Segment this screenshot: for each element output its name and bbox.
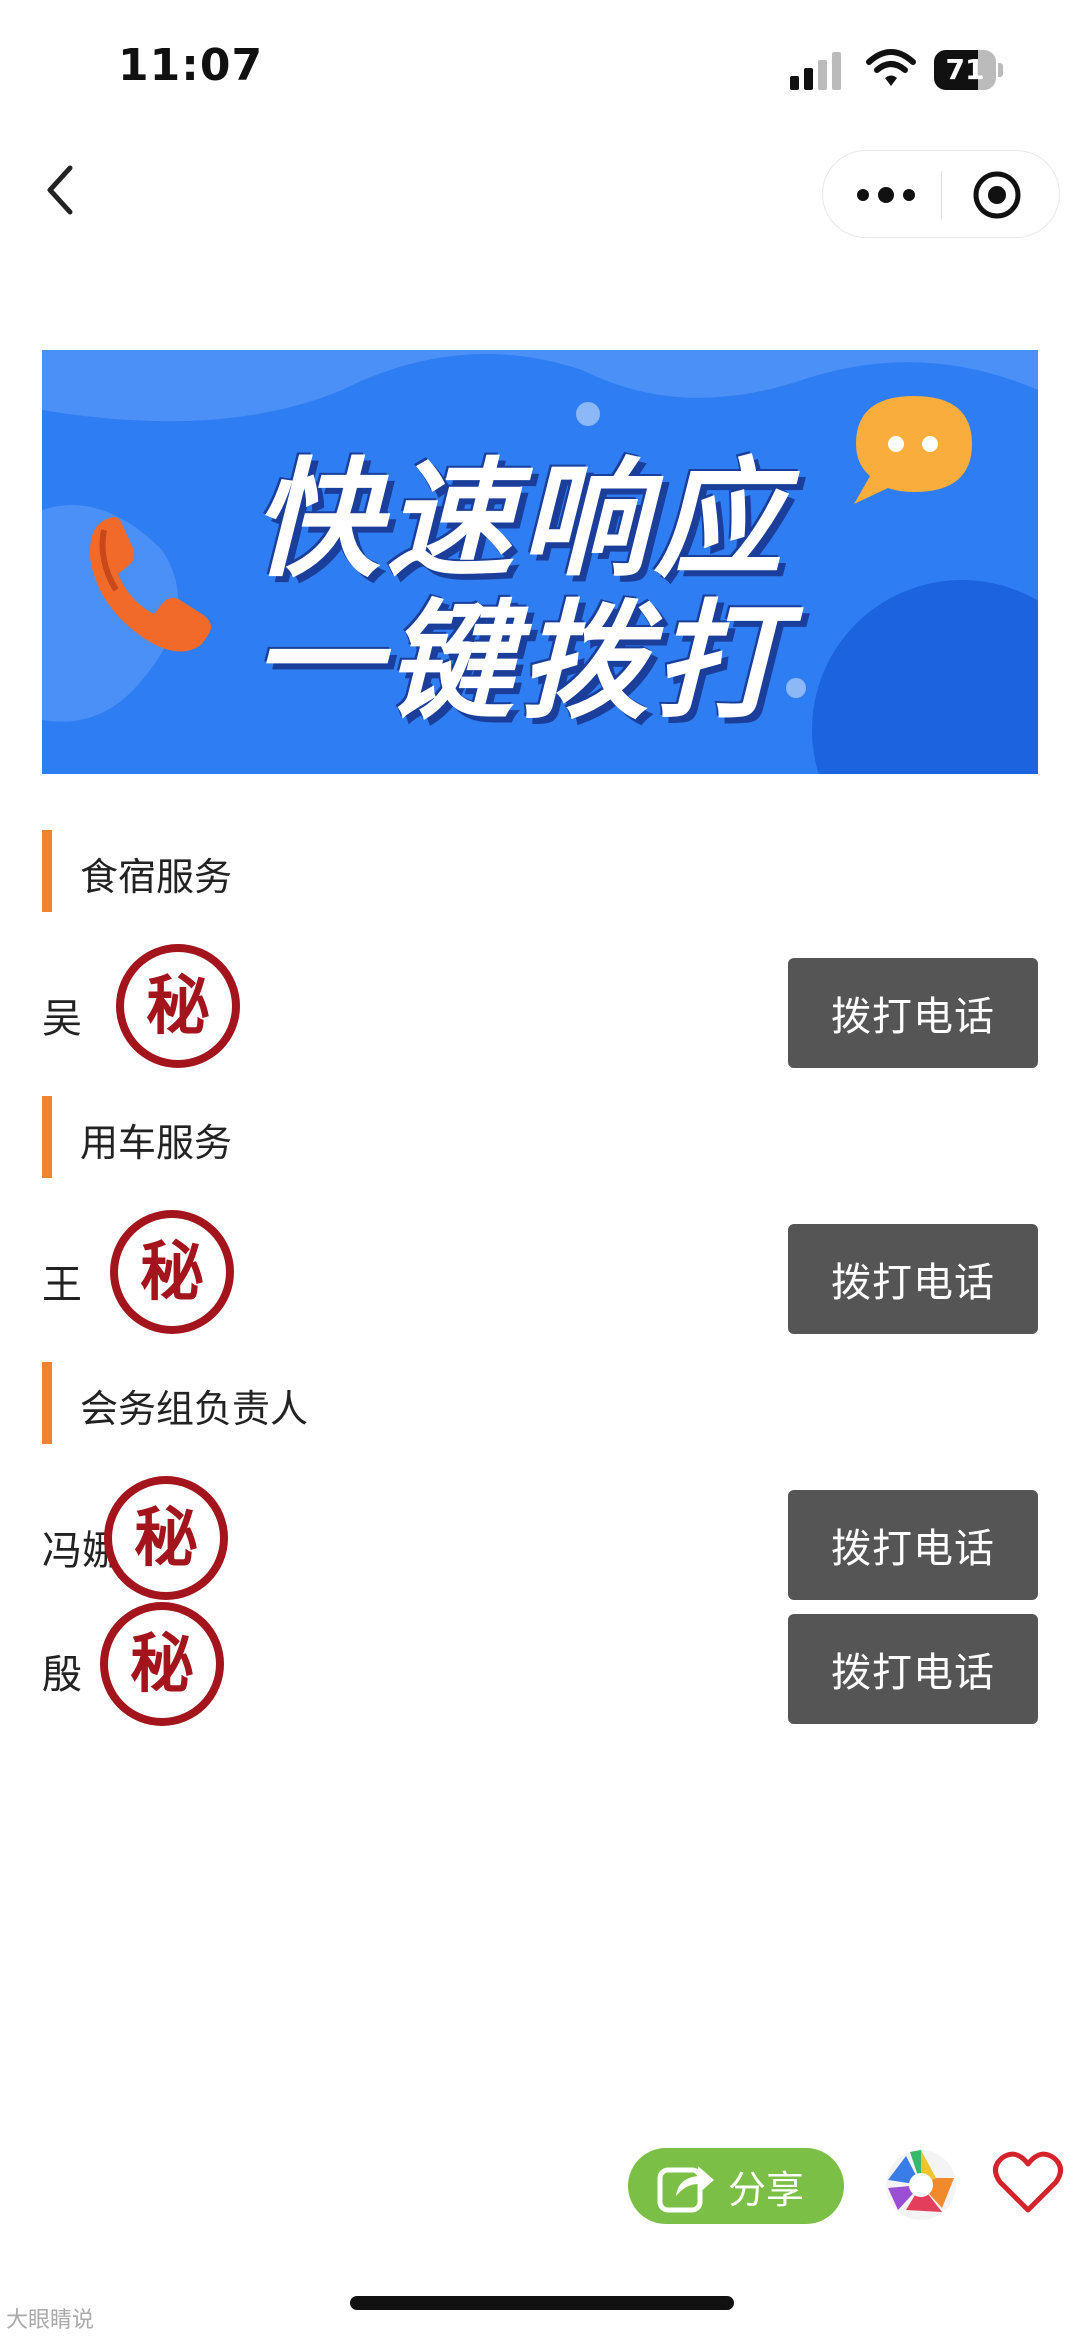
banner: 快速响应 一键拨打 bbox=[42, 350, 1038, 774]
share-label: 分享 bbox=[728, 2167, 805, 2212]
section-title: 会务组负责人 bbox=[80, 1387, 309, 1431]
status-time: 11:07 bbox=[118, 40, 264, 91]
call-button[interactable]: 拨打电话 bbox=[788, 958, 1038, 1068]
contact-name: 殷 bbox=[42, 1652, 82, 1698]
share-icon bbox=[657, 2166, 714, 2213]
svg-text:秘: 秘 bbox=[140, 1236, 204, 1310]
section-title: 用车服务 bbox=[80, 1121, 233, 1165]
svg-text:秘: 秘 bbox=[146, 970, 210, 1044]
section-title: 食宿服务 bbox=[80, 855, 233, 899]
section-accent-bar bbox=[42, 1096, 52, 1178]
battery-indicator: 71 bbox=[934, 50, 1004, 90]
secret-stamp: 秘 bbox=[112, 940, 244, 1076]
capsule-divider bbox=[941, 171, 942, 219]
chat-bubble-icon bbox=[854, 396, 972, 504]
watermark: 大眼睛说 bbox=[6, 2308, 95, 2333]
call-button[interactable]: 拨打电话 bbox=[788, 1490, 1038, 1600]
phone-icon bbox=[89, 516, 211, 652]
section-accent-bar bbox=[42, 830, 52, 912]
heart-icon[interactable] bbox=[992, 2150, 1064, 2216]
wifi-icon bbox=[866, 49, 916, 86]
contact-name: 吴 bbox=[42, 996, 82, 1042]
battery-percent: 71 bbox=[945, 53, 985, 86]
more-dots-icon[interactable] bbox=[851, 175, 921, 215]
aperture-icon[interactable] bbox=[884, 2148, 958, 2222]
target-icon[interactable] bbox=[971, 169, 1023, 221]
home-indicator[interactable] bbox=[350, 2296, 734, 2310]
section-accent-bar bbox=[42, 1362, 52, 1444]
share-button[interactable]: 分享 bbox=[628, 2148, 844, 2224]
cellular-signal-icon bbox=[790, 52, 841, 90]
svg-text:秘: 秘 bbox=[130, 1628, 194, 1702]
back-icon[interactable] bbox=[40, 160, 80, 220]
mini-program-capsule bbox=[822, 150, 1060, 238]
contact-name: 王 bbox=[42, 1262, 82, 1308]
secret-stamp: 秘 bbox=[106, 1206, 238, 1342]
secret-stamp: 秘 bbox=[96, 1598, 228, 1734]
call-button[interactable]: 拨打电话 bbox=[788, 1224, 1038, 1334]
svg-text:秘: 秘 bbox=[134, 1502, 198, 1576]
secret-stamp: 秘 bbox=[100, 1472, 232, 1608]
call-button[interactable]: 拨打电话 bbox=[788, 1614, 1038, 1724]
banner-title-line2: 一键拨打 bbox=[252, 588, 789, 737]
